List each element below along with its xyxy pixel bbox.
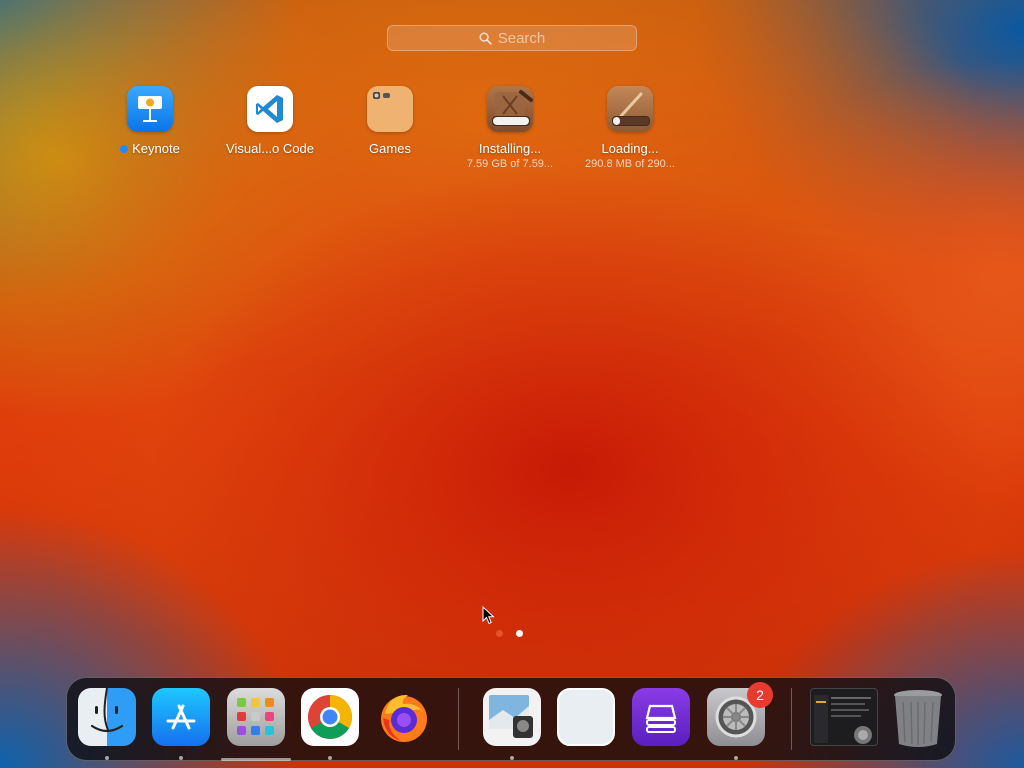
- games-folder-icon: [367, 86, 413, 132]
- mouse-pointer-icon: [482, 606, 495, 625]
- vscode-icon: [247, 86, 293, 132]
- install-progress-fill: [493, 117, 529, 125]
- app-games-folder[interactable]: Games: [330, 86, 450, 156]
- dock-separator: [458, 688, 459, 750]
- loading-progress-fill: [613, 117, 621, 125]
- page-indicator: [496, 630, 523, 637]
- running-indicator: [734, 756, 738, 760]
- app-loading[interactable]: Loading... 290.8 MB of 290...: [570, 86, 690, 170]
- app-label: Installing...: [478, 141, 542, 156]
- notification-badge: 2: [747, 682, 773, 708]
- xcode-installing-icon: [487, 86, 533, 132]
- preview-icon[interactable]: [483, 688, 541, 746]
- chrome-icon[interactable]: [301, 688, 359, 746]
- app-keynote[interactable]: Keynote: [90, 86, 210, 156]
- app-status: 7.59 GB of 7.59...: [466, 158, 554, 170]
- running-indicator: [510, 756, 514, 760]
- page-dot-2[interactable]: [516, 630, 523, 637]
- new-app-dot: [120, 144, 129, 153]
- app-loading-icon: [607, 86, 653, 132]
- system-settings-icon[interactable]: 2: [707, 682, 773, 746]
- blank-app-icon[interactable]: [557, 688, 615, 746]
- search-placeholder: Search: [497, 29, 546, 47]
- app-label: Loading...: [601, 141, 659, 156]
- trash-icon[interactable]: [889, 688, 947, 747]
- search-field[interactable]: Search: [387, 25, 637, 51]
- launchpad-icon[interactable]: [227, 688, 285, 746]
- dock: 2: [66, 677, 956, 761]
- running-indicator: [328, 756, 332, 760]
- app-label: Visual...o Code: [226, 141, 314, 156]
- app-label: Games: [369, 141, 411, 156]
- search-icon: [479, 31, 492, 45]
- purple-app-icon[interactable]: [632, 688, 690, 746]
- running-indicator: [179, 756, 183, 760]
- running-indicator: [105, 756, 109, 760]
- firefox-icon[interactable]: [375, 688, 433, 746]
- keynote-icon: [127, 86, 173, 132]
- install-progress-bar: [492, 116, 530, 126]
- app-installing[interactable]: Installing... 7.59 GB of 7.59...: [450, 86, 570, 170]
- window-thumbnail-icon[interactable]: [810, 688, 878, 746]
- dock-separator: [791, 688, 792, 750]
- app-vscode[interactable]: Visual...o Code: [210, 86, 330, 156]
- app-label: Keynote: [132, 141, 180, 156]
- launchpad-active-indicator: [221, 758, 291, 761]
- finder-icon[interactable]: [78, 688, 136, 746]
- app-status: 290.8 MB of 290...: [585, 158, 675, 170]
- page-dot-1[interactable]: [496, 630, 503, 637]
- loading-progress-bar: [612, 116, 650, 126]
- app-store-icon[interactable]: [152, 688, 210, 746]
